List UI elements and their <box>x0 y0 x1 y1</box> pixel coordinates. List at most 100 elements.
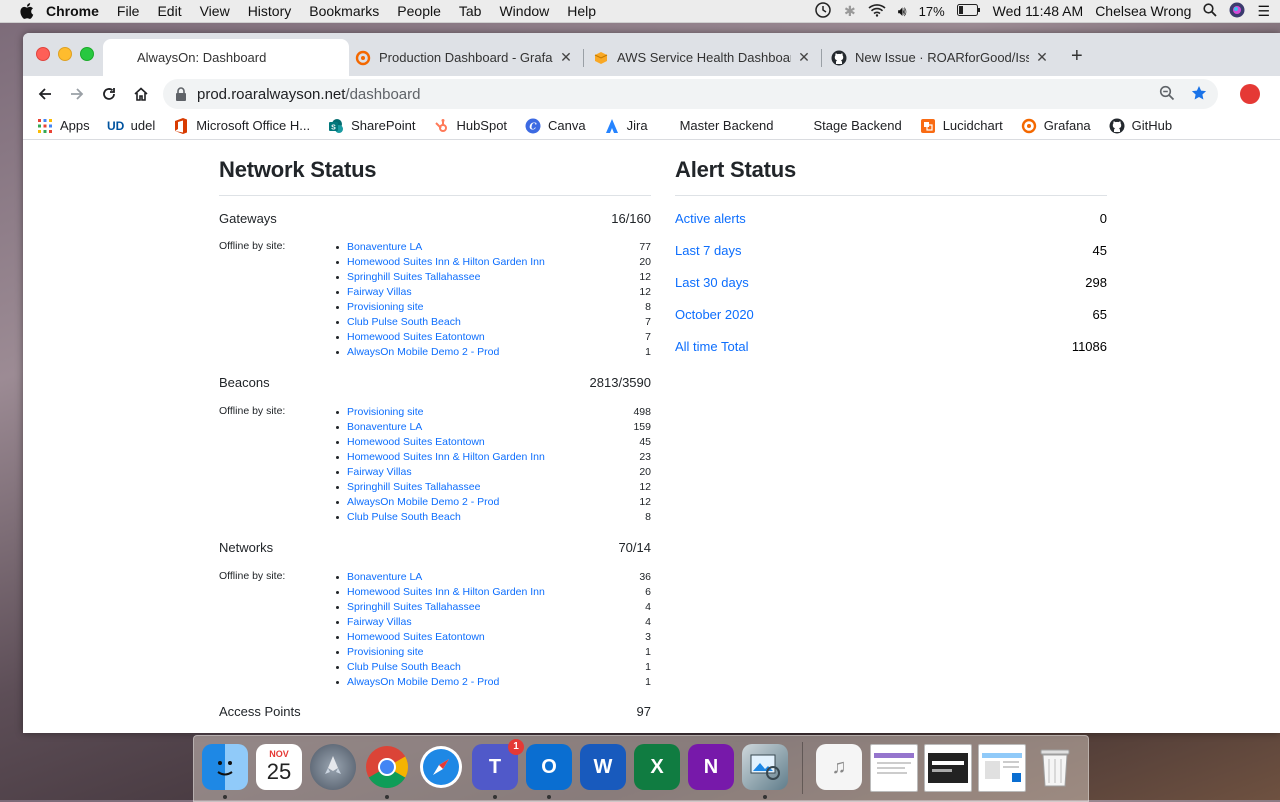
word-icon[interactable]: W <box>580 744 626 790</box>
trash-icon[interactable] <box>1032 744 1078 790</box>
site-link[interactable]: Homewood Suites Eatontown <box>347 630 485 645</box>
site-link[interactable]: Club Pulse South Beach <box>347 660 461 675</box>
bookmark-canva[interactable]: C Canva <box>525 118 586 134</box>
profile-avatar[interactable] <box>1240 84 1260 104</box>
zoom-icon[interactable] <box>1158 84 1176 102</box>
outlook-icon[interactable]: O <box>526 744 572 790</box>
new-tab-button[interactable]: + <box>1071 45 1083 68</box>
site-link[interactable]: Homewood Suites Inn & Hilton Garden Inn <box>347 450 545 465</box>
forward-button[interactable] <box>66 83 88 105</box>
launchpad-icon[interactable] <box>310 744 356 790</box>
site-link[interactable]: Provisioning site <box>347 300 423 315</box>
window-thumbnail-icon[interactable] <box>978 744 1026 792</box>
site-link[interactable]: AlwaysOn Mobile Demo 2 - Prod <box>347 675 499 690</box>
bookmark-hubspot[interactable]: HubSpot <box>433 118 507 134</box>
menu-people[interactable]: People <box>397 3 441 19</box>
tab-close-icon[interactable]: ✕ <box>797 49 811 66</box>
alert-link-month[interactable]: October 2020 <box>675 307 754 339</box>
user-name[interactable]: Chelsea Wrong <box>1095 3 1191 19</box>
site-link[interactable]: Bonaventure LA <box>347 570 422 585</box>
site-link[interactable]: Homewood Suites Inn & Hilton Garden Inn <box>347 255 545 270</box>
site-link[interactable]: Club Pulse South Beach <box>347 510 461 525</box>
menu-window[interactable]: Window <box>499 3 549 19</box>
tab-aws-health[interactable]: AWS Service Health Dashboard ✕ <box>583 39 821 76</box>
time-machine-icon[interactable] <box>814 1 832 22</box>
tab-close-icon[interactable]: ✕ <box>559 49 573 66</box>
menu-bookmarks[interactable]: Bookmarks <box>309 3 379 19</box>
menu-file[interactable]: File <box>117 3 140 19</box>
window-thumbnail-icon[interactable] <box>870 744 918 792</box>
clock[interactable]: Wed 11:48 AM <box>993 3 1084 19</box>
site-link[interactable]: Provisioning site <box>347 405 423 420</box>
bookmark-star-icon[interactable] <box>1190 84 1208 102</box>
site-link[interactable]: Bonaventure LA <box>347 420 422 435</box>
tab-grafana[interactable]: Production Dashboard - Grafana ✕ <box>345 39 583 76</box>
onenote-icon[interactable]: N <box>688 744 734 790</box>
site-link[interactable]: Springhill Suites Tallahassee <box>347 480 480 495</box>
window-close-button[interactable] <box>36 47 50 61</box>
preview-icon[interactable] <box>742 744 788 790</box>
apple-menu-icon[interactable] <box>20 3 34 19</box>
menu-app-name[interactable]: Chrome <box>46 3 99 19</box>
bluetooth-icon[interactable]: ✱ <box>844 3 856 20</box>
site-link[interactable]: Springhill Suites Tallahassee <box>347 270 480 285</box>
chrome-icon[interactable] <box>364 744 410 790</box>
wifi-icon[interactable] <box>868 3 886 20</box>
volume-icon[interactable]: 🔊︎ <box>898 3 907 20</box>
teams-icon[interactable]: T 1 <box>472 739 524 790</box>
address-bar[interactable]: prod.roaralwayson.net/dashboard <box>163 79 1218 109</box>
menu-view[interactable]: View <box>200 3 230 19</box>
home-button[interactable] <box>130 83 152 105</box>
safari-icon[interactable] <box>418 744 464 790</box>
site-link[interactable]: Provisioning site <box>347 645 423 660</box>
site-link[interactable]: AlwaysOn Mobile Demo 2 - Prod <box>347 495 499 510</box>
notification-center-icon[interactable]: ☰ <box>1257 3 1270 20</box>
bookmark-lucidchart[interactable]: Lucidchart <box>920 118 1003 134</box>
site-link[interactable]: Homewood Suites Eatontown <box>347 330 485 345</box>
bookmark-sharepoint[interactable]: S SharePoint <box>328 118 415 134</box>
window-thumbnail-icon[interactable] <box>924 744 972 792</box>
menu-tab[interactable]: Tab <box>459 3 482 19</box>
bookmark-udel[interactable]: UD udel <box>107 118 155 134</box>
site-link[interactable]: Homewood Suites Inn & Hilton Garden Inn <box>347 585 545 600</box>
excel-icon[interactable]: X <box>634 744 680 790</box>
site-link[interactable]: AlwaysOn Mobile Demo 2 - Prod <box>347 345 499 360</box>
tab-github-issue[interactable]: New Issue · ROARforGood/Issues ✕ <box>821 39 1059 76</box>
alert-link-7-days[interactable]: Last 7 days <box>675 243 742 275</box>
music-icon[interactable]: ♫ <box>816 744 862 790</box>
bookmark-github[interactable]: GitHub <box>1109 118 1172 134</box>
bookmark-master-backend[interactable]: Master Backend <box>680 118 774 133</box>
site-link[interactable]: Fairway Villas <box>347 465 412 480</box>
menu-help[interactable]: Help <box>567 3 596 19</box>
alert-link-30-days[interactable]: Last 30 days <box>675 275 749 307</box>
menu-edit[interactable]: Edit <box>157 3 181 19</box>
alert-link-all-time[interactable]: All time Total <box>675 339 748 371</box>
site-link[interactable]: Springhill Suites Tallahassee <box>347 600 480 615</box>
alert-link-active[interactable]: Active alerts <box>675 211 746 243</box>
calendar-icon[interactable]: NOV 25 <box>256 744 302 790</box>
finder-icon[interactable] <box>202 744 248 790</box>
url-text: prod.roaralwayson.net/dashboard <box>197 86 420 103</box>
site-link[interactable]: Fairway Villas <box>347 615 412 630</box>
window-minimize-button[interactable] <box>58 47 72 61</box>
tab-alwayson-dashboard[interactable]: AlwaysOn: Dashboard <box>103 39 349 76</box>
site-link[interactable]: Club Pulse South Beach <box>347 315 461 330</box>
reload-button[interactable] <box>98 83 120 105</box>
site-link[interactable]: Bonaventure LA <box>347 240 422 255</box>
site-link[interactable]: Homewood Suites Eatontown <box>347 435 485 450</box>
spotlight-search-icon[interactable] <box>1203 2 1218 20</box>
bookmark-apps[interactable]: Apps <box>37 118 90 134</box>
bookmark-stage-backend[interactable]: Stage Backend <box>814 118 902 133</box>
tab-close-icon[interactable]: ✕ <box>1035 49 1049 66</box>
back-button[interactable] <box>34 83 56 105</box>
list-item: Provisioning site 1 <box>336 645 651 660</box>
menu-history[interactable]: History <box>248 3 292 19</box>
bookmark-microsoft-office[interactable]: Microsoft Office H... <box>173 117 310 134</box>
siri-icon[interactable] <box>1229 2 1245 21</box>
bookmark-grafana[interactable]: Grafana <box>1021 118 1091 134</box>
bookmark-jira[interactable]: Jira <box>604 118 648 134</box>
window-maximize-button[interactable] <box>80 47 94 61</box>
battery-icon[interactable] <box>956 3 981 19</box>
site-link[interactable]: Fairway Villas <box>347 285 412 300</box>
lock-icon[interactable] <box>175 87 187 101</box>
